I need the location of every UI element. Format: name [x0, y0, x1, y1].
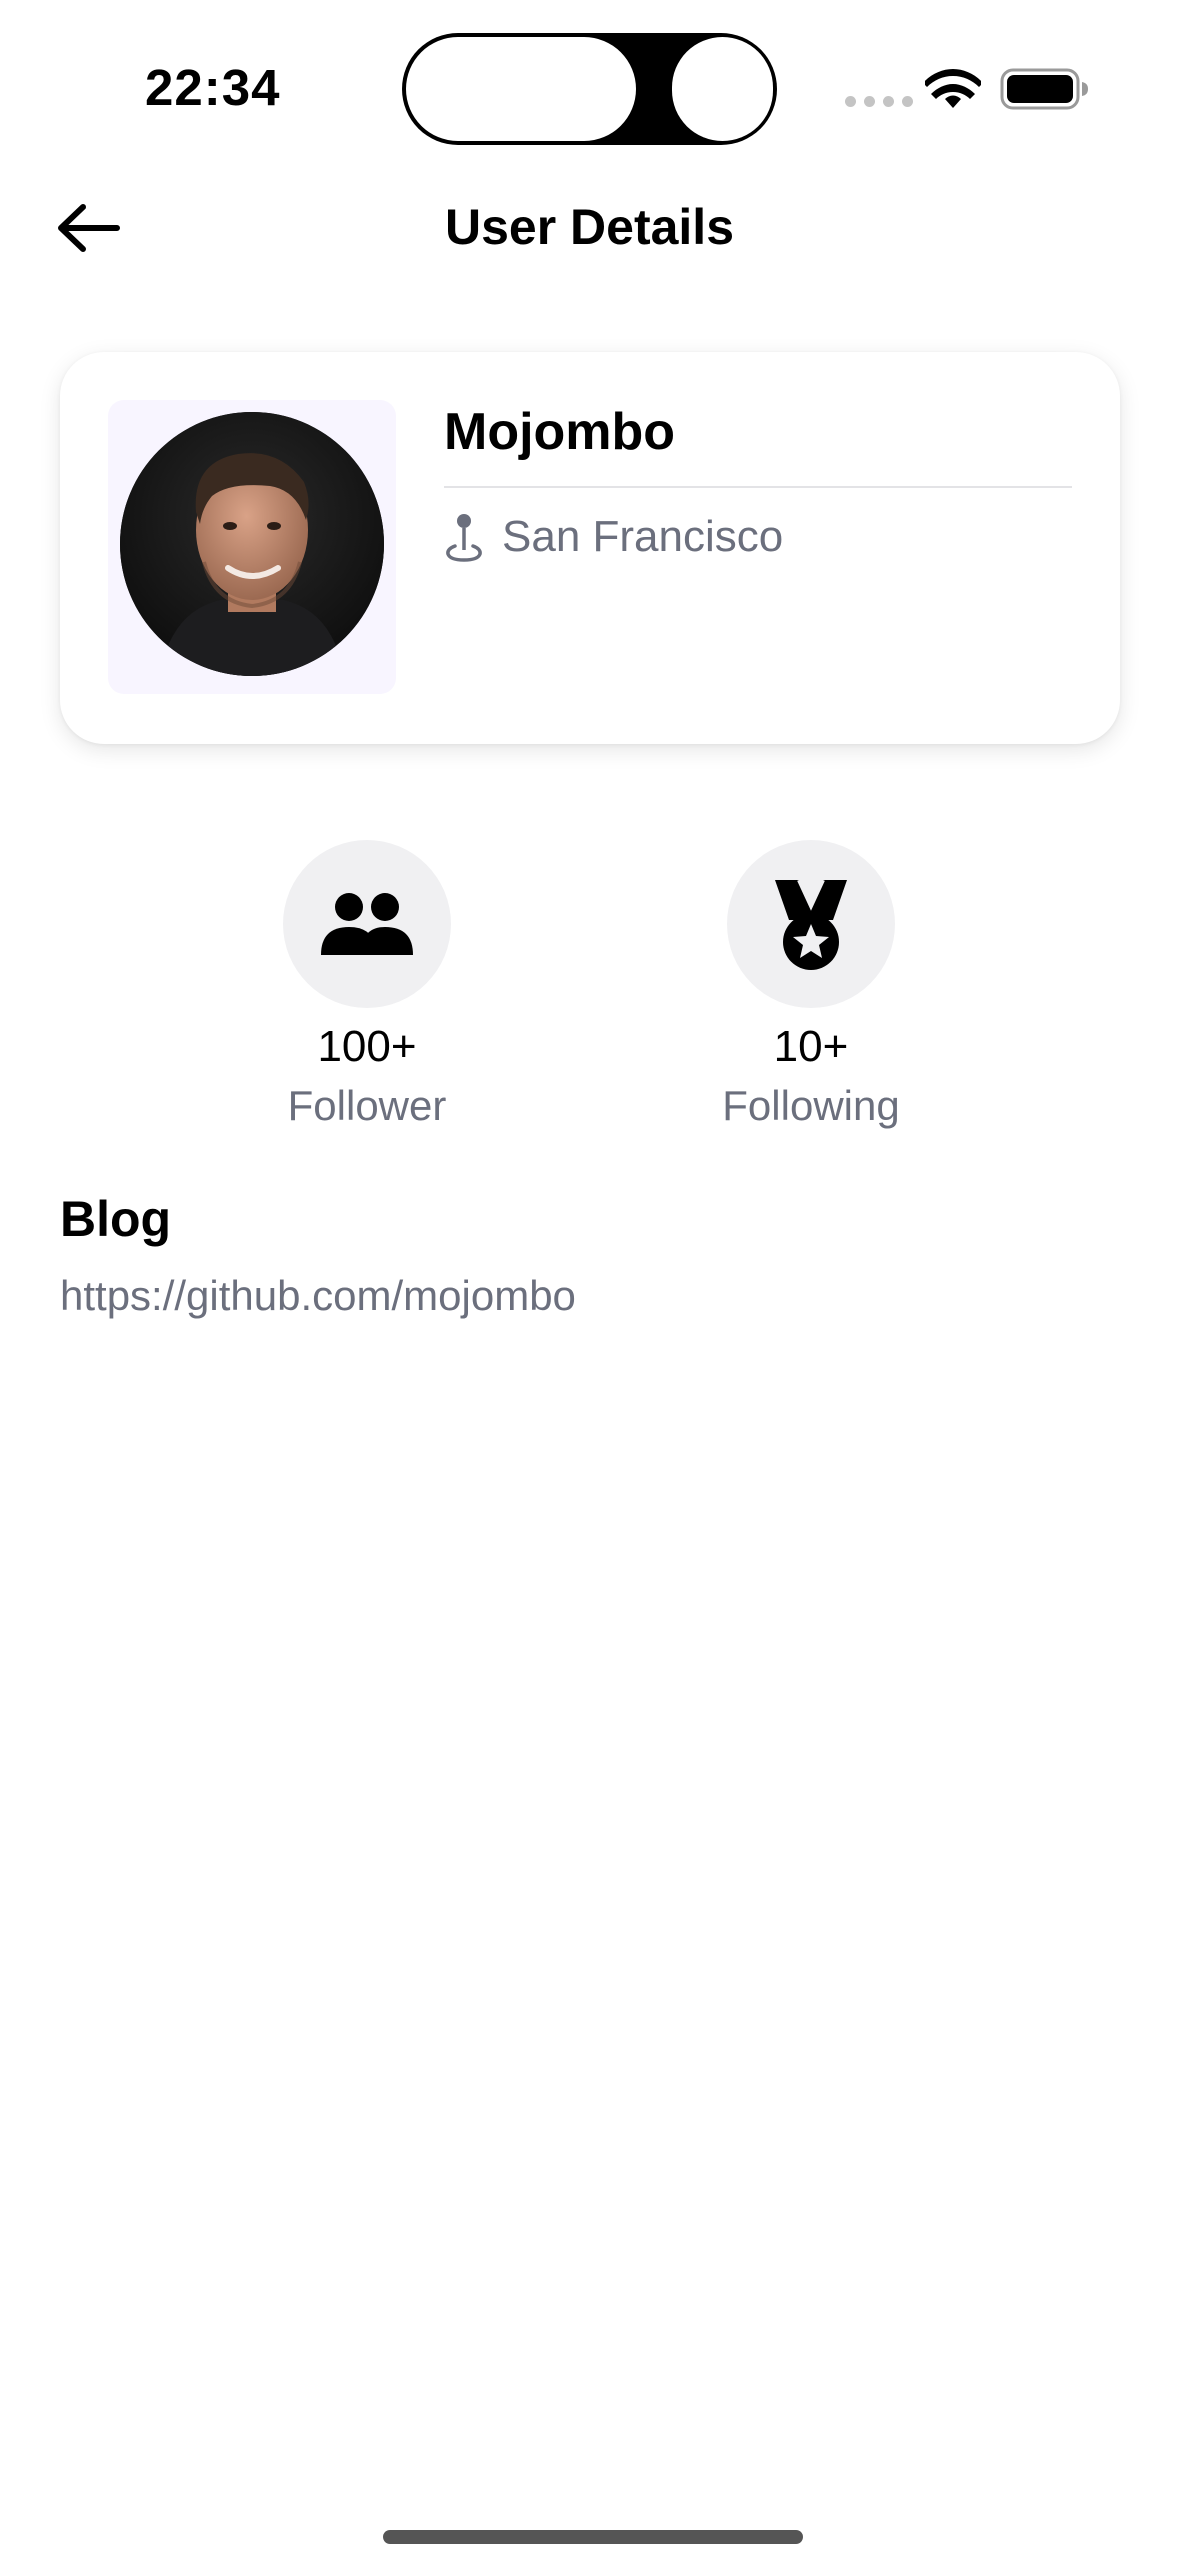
stat-circle: [727, 840, 895, 1008]
blog-heading: Blog: [60, 1191, 172, 1247]
map-pin-icon: [446, 514, 482, 562]
home-indicator[interactable]: [383, 2530, 803, 2544]
battery-icon: [1000, 68, 1088, 110]
location-text: San Francisco: [502, 512, 784, 561]
profile-card: Mojombo San Francisco: [60, 352, 1120, 744]
stat-label: Follower: [287, 1082, 447, 1129]
wifi-icon: [925, 69, 981, 108]
dynamic-island: [402, 33, 777, 145]
location-row: San Francisco: [444, 512, 783, 562]
stat-following[interactable]: 10+ Following: [661, 840, 961, 1130]
medal-icon: [775, 879, 847, 970]
stat-circle: [283, 840, 451, 1008]
stat-value: 10+: [773, 1022, 849, 1071]
signal-dots-icon: [845, 96, 913, 107]
people-icon: [321, 893, 413, 955]
stat-followers[interactable]: 100+ Follower: [217, 840, 517, 1130]
blog-link[interactable]: https://github.com/mojombo: [60, 1272, 576, 1320]
user-name: Mojombo: [444, 403, 676, 461]
avatar-frame: [108, 400, 396, 694]
page-title: User Details: [444, 199, 735, 255]
status-bar: 22:34: [0, 0, 1179, 175]
status-time: 22:34: [145, 59, 281, 116]
stat-value: 100+: [317, 1022, 417, 1071]
stat-label: Following: [722, 1082, 900, 1129]
divider: [444, 486, 1072, 488]
avatar: [120, 412, 384, 676]
